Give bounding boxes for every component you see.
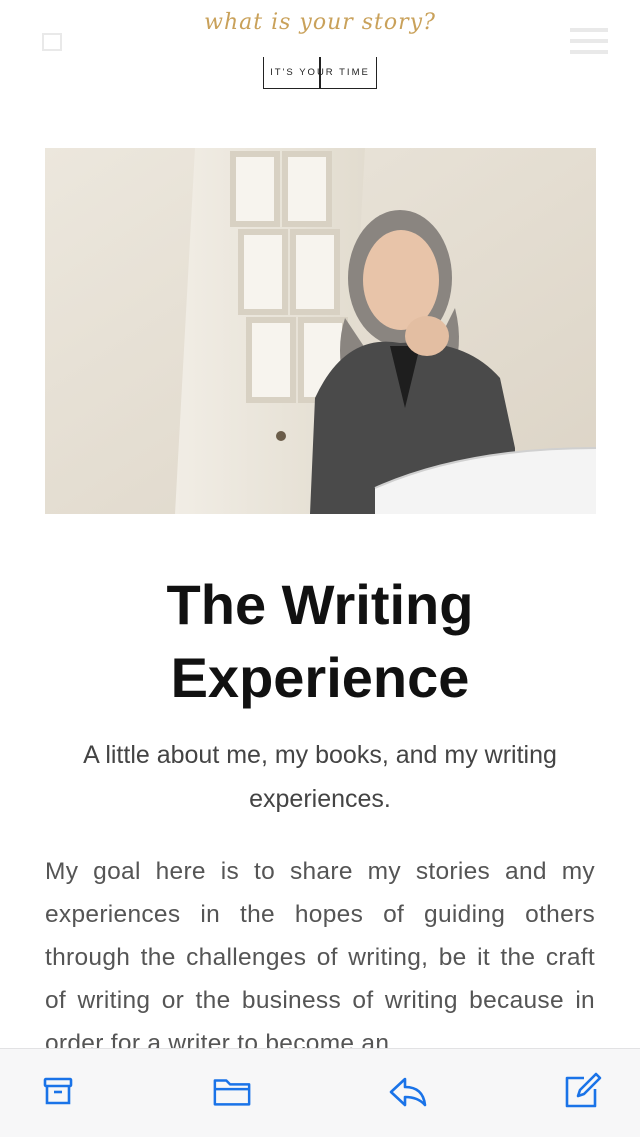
page-title: The Writing Experience [12, 568, 628, 714]
site-header: what is your story? IT'S YOUR TIME [12, 0, 628, 110]
intro-paragraph: My goal here is to share my stories and … [45, 858, 595, 1048]
title-line-2: Experience [170, 646, 470, 709]
reply-icon [389, 1077, 427, 1107]
compose-button[interactable] [562, 1071, 602, 1111]
mail-toolbar [0, 1048, 640, 1137]
move-to-folder-button[interactable] [212, 1071, 252, 1111]
compose-icon [565, 1072, 602, 1108]
page-subtitle: A little about me, my books, and my writ… [83, 741, 557, 813]
archive-icon [43, 1077, 73, 1105]
title-line-1: The Writing [166, 573, 474, 636]
tagline-text: IT'S YOUR TIME [270, 67, 370, 78]
web-page: what is your story? IT'S YOUR TIME The W… [12, 0, 628, 1048]
tagline-box: IT'S YOUR TIME [263, 57, 377, 89]
folder-icon [213, 1079, 251, 1106]
archive-button[interactable] [38, 1071, 78, 1111]
hero-photo [45, 148, 596, 514]
site-logo-script[interactable]: what is your story? [12, 10, 628, 35]
reply-button[interactable] [388, 1071, 428, 1111]
